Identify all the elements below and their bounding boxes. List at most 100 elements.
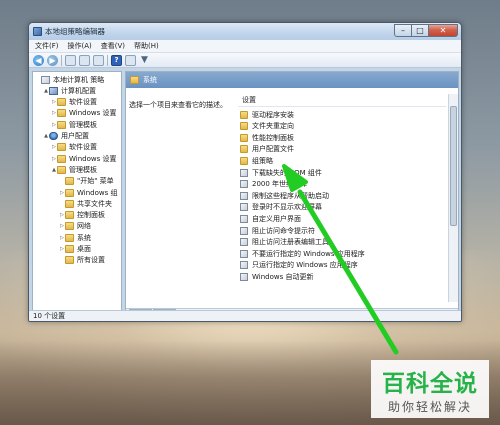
- folder-icon: [65, 188, 74, 197]
- tree-item[interactable]: ▲ 计算机配置: [43, 85, 96, 96]
- list-item-label: 不要运行指定的 Windows 应用程序: [252, 249, 365, 258]
- show-hide-tree-button[interactable]: [79, 54, 90, 66]
- tree-item-label: 软件设置: [69, 98, 97, 107]
- tree-item[interactable]: 本地计算机 策略: [35, 74, 104, 85]
- tree-item[interactable]: ▷ Windows 设置: [51, 108, 116, 119]
- folder-icon: [65, 199, 74, 208]
- tree-item-label: 系统: [77, 233, 91, 242]
- minimize-button[interactable]: –: [394, 24, 412, 37]
- navigation-tree: 本地计算机 策略 ▲ 计算机配置 ▷ 软件设置 ▷ Windows 设置 ▷ 管理模板 ▲ 用户配置…: [32, 71, 122, 320]
- folder-icon: [240, 156, 248, 165]
- folder-icon: [65, 245, 74, 253]
- folder-icon: [57, 109, 66, 118]
- tree-item[interactable]: ▲ 管理模板: [51, 164, 97, 175]
- policy-setting-icon: [240, 272, 248, 281]
- list-item-label: 自定义用户界面: [252, 214, 301, 223]
- title-bar[interactable]: 本地组策略编辑器 – □ ✕: [29, 23, 461, 40]
- menu-action[interactable]: 操作(A): [68, 41, 92, 51]
- tree-item-label: 软件设置: [69, 143, 97, 152]
- list-item[interactable]: 只运行指定的 Windows 应用程序: [240, 260, 358, 271]
- list-item-label: 驱动程序安装: [252, 110, 294, 119]
- list-item-label: 限制这些程序从帮助启动: [252, 191, 329, 200]
- help-button[interactable]: ?: [111, 54, 122, 66]
- section-title: 系统: [143, 76, 157, 84]
- list-item[interactable]: 文件夹重定向: [240, 121, 294, 132]
- tree-item[interactable]: ▲ 用户配置: [43, 131, 89, 142]
- tree-item-label: 本地计算机 策略: [53, 75, 105, 84]
- watermark: 百科全说 助你轻松解决: [371, 360, 489, 418]
- description-text: 选择一个项目来查看它的描述。: [129, 101, 227, 109]
- tree-item-label: Windows 设置: [69, 154, 117, 163]
- toolbar-separator: [61, 54, 62, 66]
- tree-item[interactable]: ▷ 桌面: [59, 244, 91, 255]
- list-scroll-thumb[interactable]: [450, 106, 457, 226]
- settings-list: 设置 驱动程序安装文件夹重定向 性能控制面板 用户配置文件 组策略 下载缺失的 COM …: [238, 94, 446, 302]
- list-item[interactable]: 阻止访问命令提示符: [240, 225, 315, 236]
- policy-icon: [41, 75, 50, 84]
- filter-icon: ▼: [141, 55, 148, 65]
- folder-icon: [57, 154, 66, 163]
- tree-item[interactable]: ▷ 系统: [59, 232, 91, 243]
- tree-item[interactable]: ▷ 软件设置: [51, 142, 97, 153]
- menu-file[interactable]: 文件(F): [35, 41, 59, 51]
- close-icon: ✕: [439, 26, 447, 35]
- watermark-subtitle: 助你轻松解决: [387, 400, 472, 414]
- computer-icon: [49, 86, 58, 95]
- column-header-setting[interactable]: 设置: [238, 94, 446, 107]
- list-item[interactable]: 组策略: [240, 155, 273, 166]
- properties-button[interactable]: [125, 54, 136, 66]
- list-item[interactable]: 自定义用户界面: [240, 213, 301, 224]
- tree-item-label: 用户配置: [61, 132, 89, 140]
- tree-item[interactable]: ▷ 管理模板: [51, 119, 97, 130]
- menu-help[interactable]: 帮助(H): [134, 41, 159, 51]
- list-vertical-scrollbar[interactable]: [448, 94, 458, 302]
- list-item[interactable]: 性能控制面板: [240, 132, 294, 143]
- close-button[interactable]: ✕: [428, 24, 458, 37]
- tree-item-label: Windows 设置: [69, 109, 117, 118]
- folder-icon: [65, 211, 74, 220]
- list-item[interactable]: 驱动程序安装: [240, 109, 294, 120]
- tree-item[interactable]: 共享文件夹: [59, 198, 112, 209]
- list-item[interactable]: 限制这些程序从帮助启动: [240, 190, 329, 201]
- export-list-button[interactable]: [93, 54, 104, 66]
- list-item[interactable]: 不要运行指定的 Windows 应用程序: [240, 248, 365, 259]
- tree-item[interactable]: ▷ 控制面板: [59, 210, 105, 221]
- watermark-title: 百科全说: [382, 371, 478, 397]
- maximize-icon: □: [416, 26, 424, 35]
- tree-item[interactable]: ▷ Windows 设置: [51, 153, 116, 164]
- list-item-label: 性能控制面板: [252, 133, 294, 142]
- list-item-label: 2000 年世纪解译: [252, 180, 308, 189]
- policy-setting-icon: [240, 168, 248, 177]
- details-pane: 系统 选择一个项目来查看它的描述。 设置 驱动程序安装文件夹重定向 性能控制面板用…: [125, 71, 459, 320]
- tree-item[interactable]: ▷ 软件设置: [51, 97, 97, 108]
- tree-item[interactable]: 所有设置: [59, 255, 105, 266]
- maximize-button[interactable]: □: [411, 24, 429, 37]
- list-item[interactable]: 登录时不显示欢迎屏幕: [240, 202, 322, 213]
- list-item[interactable]: 阻止访问注册表编辑工具: [240, 237, 329, 248]
- policy-setting-icon: [240, 226, 248, 235]
- tree-item[interactable]: "开始" 菜单: [59, 176, 114, 187]
- status-text: 10 个设置: [33, 312, 66, 320]
- list-item[interactable]: 2000 年世纪解译: [240, 179, 307, 190]
- tree-item-label: Windows 组: [77, 188, 118, 197]
- list-item[interactable]: Windows 自动更新: [240, 271, 313, 282]
- section-header: 系统: [126, 72, 458, 88]
- list-item[interactable]: 用户配置文件: [240, 144, 294, 155]
- folder-icon: [240, 145, 248, 154]
- forward-button[interactable]: ▶: [47, 54, 58, 66]
- back-button[interactable]: ◀: [33, 54, 44, 66]
- list-item-label: 登录时不显示欢迎屏幕: [252, 203, 322, 212]
- tree-item[interactable]: ▷ 网络: [59, 221, 91, 232]
- folder-icon: [240, 110, 248, 119]
- list-item-label: 只运行指定的 Windows 应用程序: [252, 261, 358, 270]
- menu-view[interactable]: 查看(V): [101, 41, 125, 51]
- filter-button[interactable]: ▼: [139, 55, 150, 66]
- list-item-label: 阻止访问注册表编辑工具: [252, 238, 329, 247]
- list-item-label: 用户配置文件: [252, 145, 294, 154]
- list-item[interactable]: 下载缺失的 COM 组件: [240, 167, 322, 178]
- tree-item-label: 管理模板: [69, 120, 97, 129]
- tree-item[interactable]: ▷ Windows 组: [59, 187, 117, 198]
- minimize-icon: –: [401, 26, 405, 35]
- up-folder-button[interactable]: [65, 54, 76, 66]
- group-policy-editor-window: 本地组策略编辑器 – □ ✕ 文件(F) 操作(A) 查看(V) 帮助(H) ◀…: [28, 22, 462, 322]
